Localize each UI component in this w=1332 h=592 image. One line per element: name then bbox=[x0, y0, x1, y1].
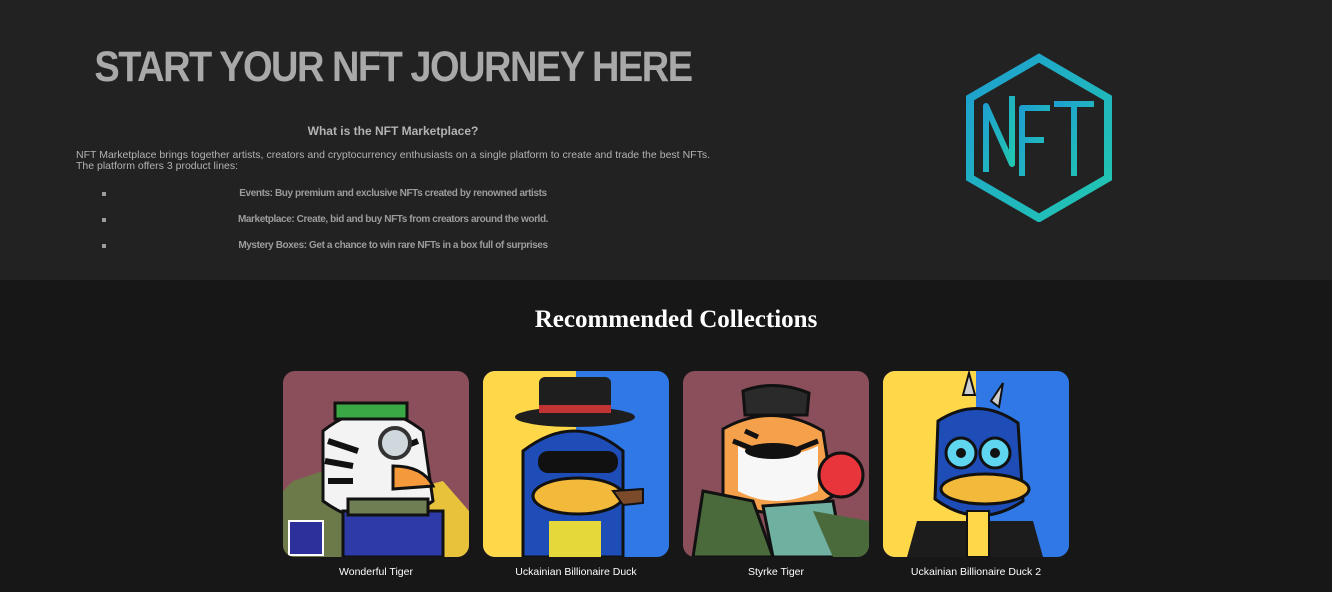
product-lines-list: Events: Buy premium and exclusive NFTs c… bbox=[76, 186, 710, 264]
hero-description: NFT Marketplace brings together artists,… bbox=[76, 149, 710, 172]
bullet-icon bbox=[102, 192, 106, 196]
collection-name[interactable]: Wonderful Tiger bbox=[283, 566, 469, 578]
collection-card[interactable]: Uckainian Billionaire Duck 2 bbox=[883, 371, 1069, 578]
collection-name[interactable]: Uckainian Billionaire Duck bbox=[483, 566, 669, 578]
collection-name[interactable]: Uckainian Billionaire Duck 2 bbox=[883, 566, 1069, 578]
list-item: Mystery Boxes: Get a chance to win rare … bbox=[76, 238, 710, 264]
hero-subtitle: What is the NFT Marketplace? bbox=[307, 124, 479, 138]
recommended-title: Recommended Collections bbox=[534, 306, 818, 333]
collection-name[interactable]: Styrke Tiger bbox=[683, 566, 869, 578]
collection-card[interactable]: Wonderful Tiger bbox=[283, 371, 469, 578]
collection-image[interactable] bbox=[883, 371, 1069, 557]
collection-card[interactable]: Styrke Tiger bbox=[683, 371, 869, 578]
collection-image[interactable] bbox=[283, 371, 469, 557]
collection-card[interactable]: Uckainian Billionaire Duck bbox=[483, 371, 669, 578]
nft-logo bbox=[962, 52, 1116, 222]
collection-image[interactable] bbox=[483, 371, 669, 557]
bullet-icon bbox=[102, 244, 106, 248]
list-item: Marketplace: Create, bid and buy NFTs fr… bbox=[76, 212, 710, 238]
hero-section: START YOUR NFT JOURNEY HERE What is the … bbox=[0, 0, 1332, 280]
hero-title: START YOUR NFT JOURNEY HERE bbox=[94, 44, 693, 92]
bullet-icon bbox=[102, 218, 106, 222]
list-item: Events: Buy premium and exclusive NFTs c… bbox=[76, 186, 710, 212]
collection-image[interactable] bbox=[683, 371, 869, 557]
